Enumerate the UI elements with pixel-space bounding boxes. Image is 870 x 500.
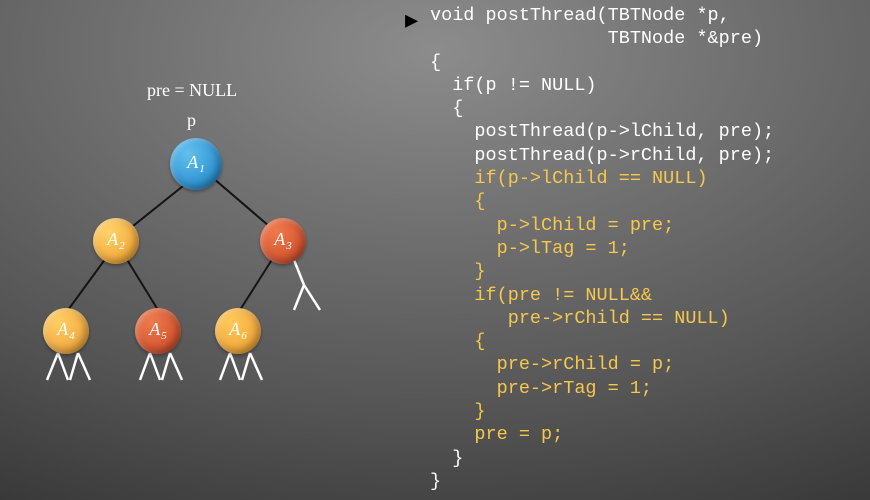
- node-sub: 6: [241, 330, 247, 342]
- pre-label: pre = NULL: [147, 80, 237, 101]
- node-sub: 1: [199, 163, 205, 175]
- tree-node-a5: A5: [135, 308, 181, 354]
- slide-stage: ▶: [0, 0, 870, 500]
- code-line: if(p != NULL): [430, 75, 597, 96]
- tree-diagram: pre = NULL p A1 A2 A3 A4 A5 A6: [30, 60, 390, 420]
- code-line: {: [430, 98, 463, 119]
- code-line: TBTNode *&pre): [430, 28, 763, 49]
- node-sub: 5: [161, 330, 167, 342]
- code-line-highlight: }: [430, 401, 486, 422]
- code-line: }: [430, 448, 463, 469]
- tree-node-a1: A1: [170, 138, 222, 190]
- playhead-cursor-icon: ▶: [405, 8, 418, 34]
- tree-node-a6: A6: [215, 308, 261, 354]
- tree-node-a4: A4: [43, 308, 89, 354]
- node-letter: A: [187, 152, 198, 172]
- node-letter: A: [57, 319, 68, 339]
- code-line-highlight: {: [430, 191, 486, 212]
- code-block: void postThread(TBTNode *p, TBTNode *&pr…: [430, 4, 862, 495]
- tree-node-a2: A2: [93, 218, 139, 264]
- code-line-highlight: if(p->lChild == NULL): [430, 168, 708, 189]
- code-line: void postThread(TBTNode *p,: [430, 5, 730, 26]
- node-letter: A: [149, 319, 160, 339]
- node-letter: A: [274, 229, 285, 249]
- node-letter: A: [107, 229, 118, 249]
- code-line: {: [430, 52, 441, 73]
- p-label: p: [187, 110, 196, 131]
- code-line-highlight: if(pre != NULL&&: [430, 285, 652, 306]
- code-line: postThread(p->rChild, pre);: [430, 145, 774, 166]
- code-line-highlight: p->lChild = pre;: [430, 215, 674, 236]
- code-line: }: [430, 471, 441, 492]
- code-line: postThread(p->lChild, pre);: [430, 121, 774, 142]
- tree-edges: [30, 60, 390, 420]
- node-letter: A: [229, 319, 240, 339]
- code-line-highlight: p->lTag = 1;: [430, 238, 630, 259]
- code-line-highlight: {: [430, 331, 486, 352]
- tree-node-a3: A3: [260, 218, 306, 264]
- code-line-highlight: }: [430, 261, 486, 282]
- code-line-highlight: pre = p;: [430, 424, 563, 445]
- code-line-highlight: pre->rTag = 1;: [430, 378, 652, 399]
- node-sub: 2: [119, 240, 125, 252]
- code-line-highlight: pre->rChild = p;: [430, 354, 674, 375]
- node-sub: 4: [69, 330, 75, 342]
- node-sub: 3: [286, 240, 292, 252]
- code-line-highlight: pre->rChild == NULL): [430, 308, 730, 329]
